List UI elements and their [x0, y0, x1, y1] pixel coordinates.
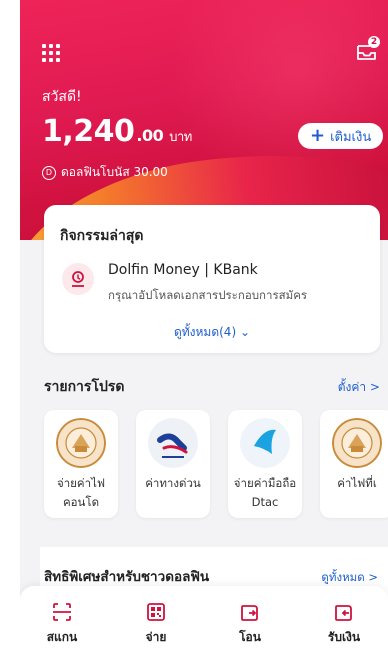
topup-button[interactable]: + เติมเงิน: [298, 123, 384, 149]
favorite-label: จ่ายค่ามือถือ Dtac: [233, 476, 297, 509]
favorite-item[interactable]: ค่าทางด่วน: [136, 410, 210, 518]
scan-icon: [53, 603, 71, 621]
nav-transfer-label: โอน: [239, 630, 261, 644]
plus-icon: +: [310, 125, 326, 146]
screen-margin: [0, 0, 20, 662]
bonus-label: ดอลฟินโบนัส 30.00: [61, 165, 168, 179]
bottom-navigation: สแกน จ่าย โอน รับเงิน: [20, 586, 388, 662]
activity-item-name[interactable]: Dolfin Money | KBank: [108, 262, 258, 278]
wallet-header: 2 สวัสดี! 1,240.00 บาท D ดอลฟินโบนัส 30.0…: [20, 0, 388, 240]
nav-receive[interactable]: รับเงิน: [304, 602, 384, 647]
receive-icon: [335, 605, 352, 621]
nav-scan[interactable]: สแกน: [22, 602, 102, 647]
favorite-label: จ่ายค่าไฟ คอนโด: [56, 476, 105, 509]
favorite-label: ค่าไฟที่เ: [337, 476, 377, 490]
app-screen: 2 สวัสดี! 1,240.00 บาท D ดอลฟินโบนัส 30.0…: [20, 0, 388, 662]
privileges-title: สิทธิพิเศษสำหรับชาวดอลฟิน: [44, 569, 210, 585]
activity-item-description: กรุณาอัปโหลดเอกสารประกอบการสมัคร: [108, 288, 308, 302]
qr-pay-icon: [147, 603, 165, 621]
favorites-list: จ่ายค่าไฟ คอนโด ค่าทางด่วน จ่ายค่ามือถือ…: [44, 410, 388, 520]
dtac-logo-icon: [240, 418, 290, 468]
nav-receive-label: รับเงิน: [327, 630, 361, 644]
privileges-see-all-link[interactable]: ดูทั้งหมด >: [321, 569, 378, 587]
balance-main: 1,240: [42, 114, 135, 149]
balance-amount: 1,240.00 บาท: [42, 114, 192, 149]
balance-currency: บาท: [169, 130, 192, 145]
transfer-icon: [241, 605, 258, 621]
nav-pay[interactable]: จ่าย: [116, 602, 196, 647]
activity-see-all-link[interactable]: ดูทั้งหมด(4) ⌄: [44, 323, 380, 342]
favorite-item[interactable]: ค่าไฟที่เ: [320, 410, 388, 518]
topup-label: เติมเงิน: [330, 129, 372, 145]
nav-transfer[interactable]: โอน: [210, 602, 290, 647]
expressway-icon: [148, 418, 198, 468]
favorite-item[interactable]: จ่ายค่ามือถือ Dtac: [228, 410, 302, 518]
dolfin-money-icon: [62, 263, 94, 295]
apps-grid-icon[interactable]: [42, 44, 60, 62]
bonus-coin-icon: D: [42, 165, 56, 180]
government-seal-icon: [56, 418, 106, 468]
nav-scan-label: สแกน: [46, 630, 78, 644]
chevron-down-icon: ⌄: [239, 325, 251, 339]
favorites-settings-link[interactable]: ตั้งค่า >: [338, 378, 380, 397]
bonus-info: D ดอลฟินโบนัส 30.00: [42, 163, 168, 182]
favorite-item[interactable]: จ่ายค่าไฟ คอนโด: [44, 410, 118, 518]
activity-see-all-label: ดูทั้งหมด(4): [173, 325, 237, 339]
recent-activity-title: กิจกรรมล่าสุด: [60, 228, 144, 244]
favorites-title: รายการโปรด: [44, 379, 125, 395]
balance-decimal: .00: [136, 126, 164, 145]
favorite-label: ค่าทางด่วน: [145, 476, 201, 490]
notification-badge: 2: [368, 36, 380, 48]
government-seal-icon: [332, 418, 382, 468]
greeting-text: สวัสดี!: [42, 89, 82, 105]
recent-activity-card: กิจกรรมล่าสุด Dolfin Money | KBank กรุณา…: [44, 205, 380, 353]
nav-pay-label: จ่าย: [145, 630, 167, 644]
